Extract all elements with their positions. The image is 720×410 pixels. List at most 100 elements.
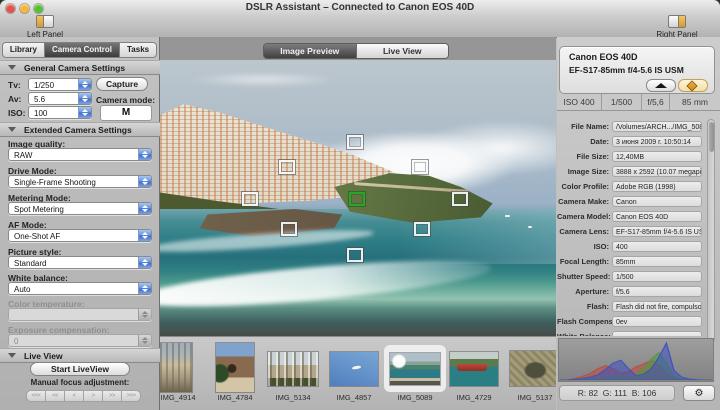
camera-mode-value: M — [100, 105, 152, 121]
mountain-icon — [655, 83, 667, 88]
rgb-histogram — [558, 338, 714, 382]
stepper-arrows-icon[interactable] — [138, 283, 151, 294]
left-panel-tabs: Library Camera Control Tasks — [0, 42, 159, 58]
exif-row-file-name: File Name:/Volumes/ARCH.../IMG_5089.CR2 — [557, 121, 720, 134]
quick-iso: ISO 400 — [557, 94, 602, 110]
tab-camera-control[interactable]: Camera Control — [45, 42, 121, 58]
stepper-arrows-icon[interactable] — [138, 176, 151, 187]
exif-row-focal-length: Focal Length: 85mm — [557, 256, 720, 269]
iso-label: ISO: — [8, 108, 26, 118]
exif-row-camera-model: Camera Model: Canon EOS 40D — [557, 211, 720, 224]
tab-library[interactable]: Library — [1, 42, 45, 58]
iso-stepper[interactable]: 100 — [28, 106, 92, 119]
focus-near-1-button: > — [84, 390, 103, 402]
thumbnail-label: IMG_5089 — [397, 393, 433, 402]
photo-ship — [456, 364, 488, 372]
section-general-camera-settings[interactable]: General Camera Settings — [0, 60, 160, 75]
window-header: DSLR Assistant – Connected to Canon EOS … — [0, 0, 720, 39]
histogram-settings-button[interactable]: ⚙ — [683, 385, 715, 401]
af-point-center-active — [349, 192, 365, 206]
right-panel-icon — [668, 15, 686, 28]
scrollbar-thumb[interactable] — [708, 122, 714, 152]
stepper-arrows-icon[interactable] — [138, 257, 151, 268]
stepper-arrows-icon[interactable] — [138, 149, 151, 160]
exif-row-date: Date: 3 июня 2009 г. 10:50:14 — [557, 136, 720, 149]
stepper-arrows-icon[interactable] — [78, 93, 91, 104]
camera-info-box: Canon EOS 40D EF-S17-85mm f/4-5.6 IS USM — [559, 46, 715, 94]
exif-scrollbar[interactable] — [707, 119, 715, 343]
thumbnail-label: IMG_4914 — [160, 393, 196, 402]
disclosure-triangle-icon — [8, 353, 16, 358]
preview-mode-tabs: Image Preview Live View — [263, 43, 449, 59]
stepper-arrows-icon[interactable] — [78, 107, 91, 118]
stepper-arrows-icon[interactable] — [78, 79, 91, 90]
window-title: DSLR Assistant – Connected to Canon EOS … — [245, 2, 475, 13]
metering-mode-select[interactable]: Spot Metering — [8, 202, 152, 215]
diamond-icon — [687, 81, 697, 90]
thumbnail-label: IMG_4857 — [336, 393, 372, 402]
photo-boat — [528, 225, 533, 228]
focus-near-2-button: >> — [103, 390, 122, 402]
white-balance-select[interactable]: Auto — [8, 282, 152, 295]
af-point-lower-left — [281, 222, 297, 236]
exif-row-shutter-speed: Shutter Speed: 1/500 — [557, 271, 720, 284]
av-stepper[interactable]: 5.6 — [28, 92, 92, 105]
af-mode-select[interactable]: One-Shot AF — [8, 229, 152, 242]
right-panel: Canon EOS 40D EF-S17-85mm f/4-5.6 IS USM… — [557, 37, 720, 410]
stepper-arrows-icon[interactable] — [138, 203, 151, 214]
photo-boat — [504, 214, 510, 217]
af-point-upper-left — [279, 160, 295, 174]
af-point-right — [452, 192, 468, 206]
gear-icon: ⚙ — [694, 388, 704, 399]
thumbnail-img-5089[interactable] — [390, 353, 440, 385]
disclosure-triangle-icon — [8, 127, 16, 132]
left-panel-button[interactable]: Left Panel — [10, 15, 80, 39]
center-pane: Image Preview Live View IMG_4914 IMG_478… — [160, 37, 556, 410]
tab-tasks[interactable]: Tasks — [120, 42, 158, 58]
focus-near-3-button: >>> — [122, 390, 141, 402]
af-point-upper-right — [412, 160, 428, 174]
tv-stepper[interactable]: 1/250 — [28, 78, 92, 91]
exif-row-white-balance-clipped: White Balance: — [557, 331, 720, 336]
thumbnail-label: IMG_4729 — [456, 393, 492, 402]
exif-row-camera-lens: Camera Lens: EF-S17-85mm f/4-5.6 IS USM — [559, 226, 702, 237]
af-point-bottom — [347, 248, 363, 262]
section-extended-camera-settings[interactable]: Extended Camera Settings — [0, 122, 160, 137]
stepper-arrows-icon — [138, 309, 151, 320]
color-temperature-select — [8, 308, 152, 321]
focus-indicator-button[interactable] — [678, 79, 708, 92]
manual-focus-buttons: <<< << < > >> >>> — [26, 390, 141, 402]
image-quality-select[interactable]: RAW — [8, 148, 152, 161]
thumbnail-label: IMG_5134 — [275, 393, 311, 402]
camera-mode-label: Camera mode: — [96, 95, 156, 105]
camera-button[interactable] — [646, 79, 676, 92]
section-live-view[interactable]: Live View — [0, 348, 160, 363]
disclosure-triangle-icon — [8, 65, 16, 70]
capture-button[interactable]: Capture — [96, 77, 148, 91]
rgb-readout: R: 82 G: 111 B: 106 — [559, 385, 675, 401]
stepper-arrows-icon[interactable] — [138, 230, 151, 241]
thumbnail-img-5137[interactable] — [510, 351, 556, 386]
exposure-compensation-select: 0 — [8, 334, 152, 347]
tab-live-view[interactable]: Live View — [355, 44, 448, 58]
left-panel: Library Camera Control Tasks General Cam… — [0, 37, 160, 410]
focus-far-1-button: < — [65, 390, 84, 402]
focus-far-2-button: << — [46, 390, 65, 402]
drive-mode-select[interactable]: Single-Frame Shooting — [8, 175, 152, 188]
exif-row-file-size: File Size: 12,40MB — [557, 151, 720, 164]
thumbnail-img-5134[interactable] — [268, 352, 318, 386]
tab-image-preview[interactable]: Image Preview — [264, 44, 356, 58]
thumbnail-img-4784[interactable] — [216, 343, 254, 392]
thumbnail-img-4857[interactable] — [330, 352, 378, 386]
app-window: DSLR Assistant – Connected to Canon EOS … — [0, 0, 720, 410]
picture-style-select[interactable]: Standard — [8, 256, 152, 269]
thumbnail-label: IMG_4784 — [217, 393, 253, 402]
histogram-plot — [560, 341, 712, 380]
thumbnail-img-4729[interactable] — [450, 352, 498, 386]
photo-seagull — [351, 365, 361, 371]
exif-row-iso: ISO: 400 — [557, 241, 720, 254]
thumbnail-img-4914[interactable] — [160, 343, 192, 392]
lens-name: EF-S17-85mm f/4-5.6 IS USM — [569, 65, 684, 75]
start-liveview-button[interactable]: Start LiveView — [30, 362, 130, 376]
right-panel-button[interactable]: Right Panel — [642, 15, 712, 39]
